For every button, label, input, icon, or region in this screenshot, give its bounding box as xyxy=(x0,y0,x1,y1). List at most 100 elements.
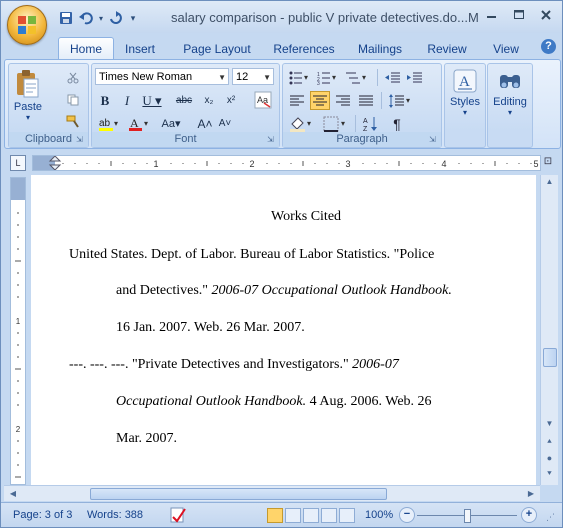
print-layout-view-icon[interactable] xyxy=(267,508,283,523)
show-formatting-marks-icon[interactable]: ¶ xyxy=(387,114,407,133)
sort-icon[interactable]: AZ xyxy=(361,114,381,133)
page-count[interactable]: Page: 3 of 3 xyxy=(13,508,72,522)
vertical-scroll-thumb[interactable] xyxy=(543,348,557,367)
grow-font-button[interactable]: A˄ xyxy=(196,114,214,133)
tab-page-layout[interactable]: Page Layout xyxy=(177,39,257,59)
horizontal-scroll-thumb[interactable] xyxy=(90,488,387,500)
italic-button[interactable]: I xyxy=(118,91,136,110)
scroll-left-icon[interactable]: ◀ xyxy=(6,486,20,501)
help-icon[interactable]: ? xyxy=(541,39,556,54)
chevron-down-icon: ▾ xyxy=(462,108,467,117)
previous-page-icon[interactable]: ⯅ xyxy=(541,435,558,449)
tab-mailings[interactable]: Mailings xyxy=(351,39,409,59)
scroll-right-icon[interactable]: ▶ xyxy=(524,486,538,501)
copy-icon[interactable] xyxy=(63,90,83,109)
full-screen-reading-view-icon[interactable] xyxy=(285,508,301,523)
svg-text:ab: ab xyxy=(99,118,111,129)
bullets-icon[interactable]: ▾ xyxy=(287,68,313,87)
vertical-scrollbar[interactable]: ▲ ▼ ⯅ ● ⯆ xyxy=(540,175,558,485)
underline-button[interactable]: U ▾ xyxy=(140,91,164,110)
clear-formatting-icon[interactable]: Aa xyxy=(252,90,274,109)
draft-view-icon[interactable] xyxy=(339,508,355,523)
font-color-icon[interactable]: A ▾ xyxy=(126,114,152,133)
undo-icon[interactable] xyxy=(77,9,95,27)
ruler-number: 3 xyxy=(345,159,350,169)
format-painter-icon[interactable] xyxy=(63,112,83,131)
superscript-button[interactable]: x² xyxy=(222,91,240,110)
vertical-ruler[interactable]: 1 2 xyxy=(10,177,26,485)
multilevel-list-icon[interactable]: ▾ xyxy=(343,68,371,87)
qat-dropdown-icon[interactable]: ▾ xyxy=(127,9,139,27)
font-name-select[interactable]: Times New Roman ▼ xyxy=(95,68,229,85)
word-window: ▾ ▾ salary comparison - public V private… xyxy=(0,0,563,528)
scroll-up-icon[interactable]: ▲ xyxy=(541,175,558,189)
document-body[interactable]: Works Cited United States. Dept. of Labor… xyxy=(31,175,536,485)
line-spacing-icon[interactable]: ▾ xyxy=(387,91,415,110)
horizontal-ruler[interactable]: 1 2 3 4 5 xyxy=(32,155,541,171)
tab-insert[interactable]: Insert xyxy=(117,39,163,59)
shading-icon[interactable]: ▾ xyxy=(287,114,317,133)
paragraph-group-label: Paragraph xyxy=(283,132,441,147)
web-layout-view-icon[interactable] xyxy=(303,508,319,523)
paste-label: Paste xyxy=(13,101,43,113)
font-name-value: Times New Roman xyxy=(99,71,193,83)
change-case-button[interactable]: Aa▾ xyxy=(158,114,184,133)
window-controls xyxy=(479,5,558,24)
dialog-launcher-icon[interactable]: ⇲ xyxy=(429,135,438,144)
editing-button[interactable]: Editing ▾ xyxy=(488,66,532,138)
maximize-button[interactable] xyxy=(506,5,531,24)
redo-icon[interactable] xyxy=(107,9,125,27)
save-icon[interactable] xyxy=(57,9,75,27)
outline-view-icon[interactable] xyxy=(321,508,337,523)
zoom-slider-thumb[interactable] xyxy=(464,509,471,523)
word-count[interactable]: Words: 388 xyxy=(87,508,143,522)
close-button[interactable] xyxy=(533,5,558,24)
borders-icon[interactable]: ▾ xyxy=(321,114,351,133)
align-right-icon[interactable] xyxy=(333,91,353,110)
tab-references[interactable]: References xyxy=(269,39,339,59)
office-button[interactable] xyxy=(7,5,47,45)
next-page-icon[interactable]: ⯆ xyxy=(541,467,558,481)
zoom-out-button[interactable]: − xyxy=(399,507,415,523)
highlight-color-icon[interactable]: ab ▾ xyxy=(96,114,122,133)
document-page[interactable]: Works Cited United States. Dept. of Labor… xyxy=(31,175,536,485)
tab-view[interactable]: View xyxy=(486,39,526,59)
proofing-icon[interactable] xyxy=(169,506,187,523)
clipboard-group: Paste ▾ Clipboard ⇲ xyxy=(8,63,89,148)
subscript-button[interactable]: x₂ xyxy=(200,91,218,110)
dialog-launcher-icon[interactable]: ⇲ xyxy=(267,135,276,144)
font-size-select[interactable]: 12 ▼ xyxy=(232,68,274,85)
tab-review[interactable]: Review xyxy=(423,39,471,59)
align-center-icon[interactable] xyxy=(310,91,330,110)
hanging-indent-marker[interactable] xyxy=(48,164,62,170)
text-run: Works Cited xyxy=(271,209,342,224)
text-run: 4 Aug. 2006. Web. 26 xyxy=(306,394,432,409)
minimize-button[interactable] xyxy=(479,5,504,24)
tab-home[interactable]: Home xyxy=(58,37,114,60)
chevron-down-icon[interactable]: ▾ xyxy=(97,9,105,27)
zoom-in-button[interactable]: + xyxy=(521,507,537,523)
cut-icon[interactable] xyxy=(63,68,83,87)
shrink-font-button[interactable]: A˅ xyxy=(216,114,234,133)
svg-text:▾: ▾ xyxy=(341,119,345,128)
font-size-value: 12 xyxy=(236,71,249,83)
paste-button[interactable]: Paste ▾ xyxy=(12,67,44,125)
justify-icon[interactable] xyxy=(356,91,376,110)
horizontal-scrollbar[interactable]: ◀ ▶ xyxy=(4,485,540,501)
resize-grip-icon[interactable]: ⋰ xyxy=(546,512,555,523)
decrease-indent-icon[interactable] xyxy=(383,68,403,87)
scroll-down-icon[interactable]: ▼ xyxy=(541,417,558,431)
strikethrough-button[interactable]: abc xyxy=(172,91,196,110)
increase-indent-icon[interactable] xyxy=(405,68,425,87)
tab-selector[interactable]: L xyxy=(10,155,26,171)
browse-object-icon[interactable]: ● xyxy=(541,451,558,465)
bold-button[interactable]: B xyxy=(96,91,114,110)
dialog-launcher-icon[interactable]: ⇲ xyxy=(76,135,85,144)
svg-text:▾: ▾ xyxy=(362,73,366,82)
numbering-icon[interactable]: 1 2 3 ▾ xyxy=(315,68,341,87)
zoom-level[interactable]: 100% xyxy=(365,508,393,522)
align-left-icon[interactable] xyxy=(287,91,307,110)
styles-button[interactable]: A Styles ▾ xyxy=(445,66,485,138)
first-line-indent-marker[interactable] xyxy=(48,156,62,162)
view-ruler-icon[interactable]: ⊡ xyxy=(541,155,555,169)
